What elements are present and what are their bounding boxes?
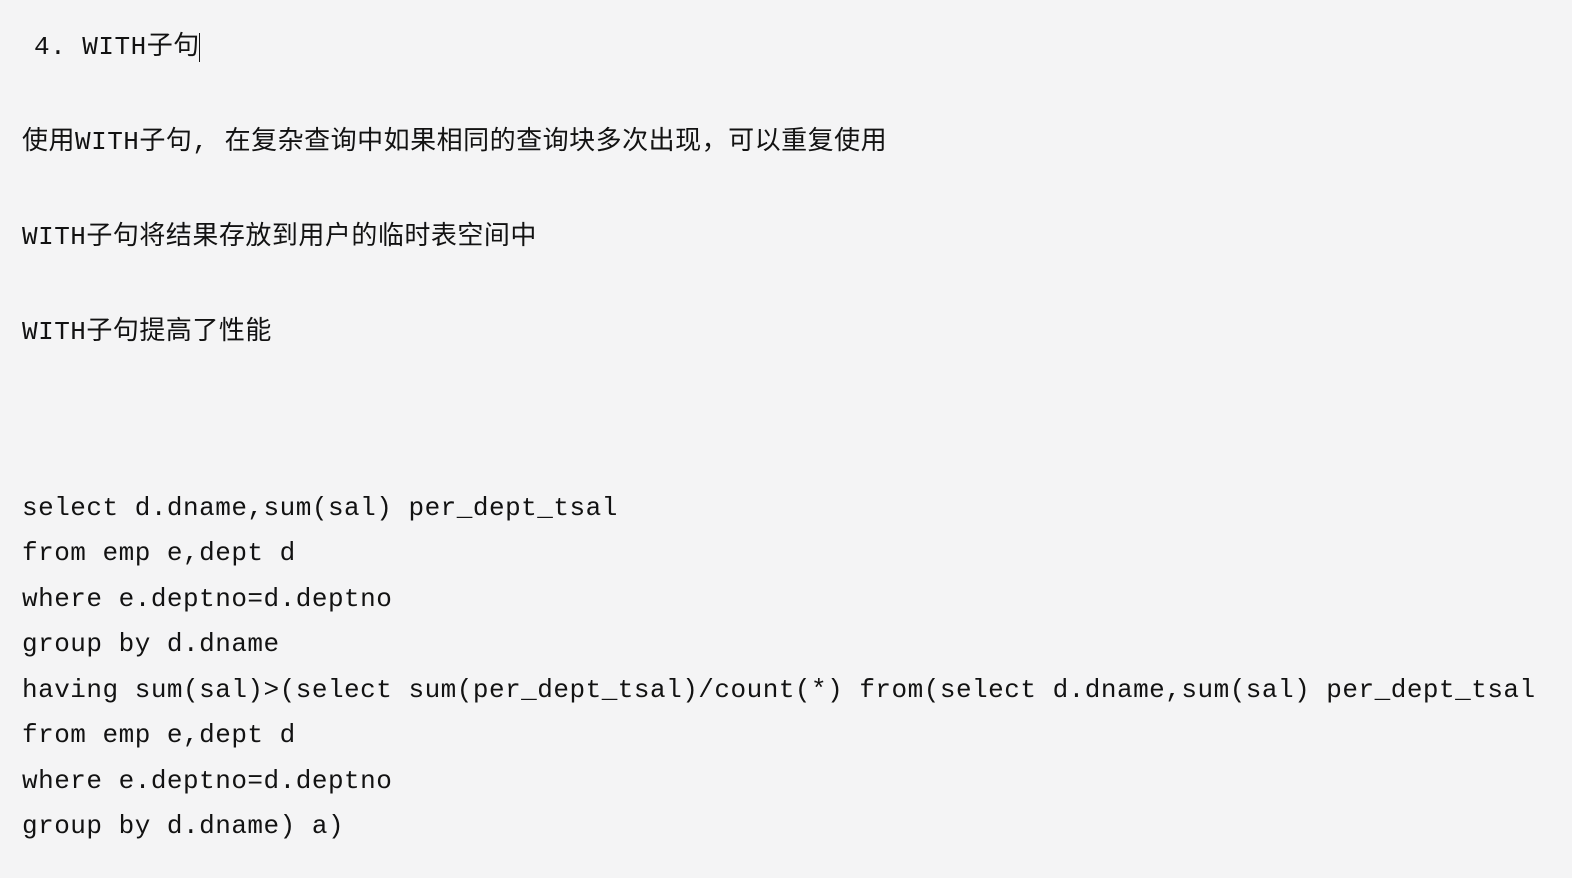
code-line: where e.deptno=d.deptno [22, 766, 392, 796]
code-line: group by d.dname) a) [22, 811, 344, 841]
section-heading: 4. WITH子句 [22, 28, 1550, 67]
text-cursor [199, 33, 201, 62]
code-line: from emp e,dept d [22, 538, 296, 568]
heading-text: 4. WITH子句 [34, 32, 200, 62]
paragraph: WITH子句将结果存放到用户的临时表空间中 [22, 218, 1550, 257]
paragraph: WITH子句提高了性能 [22, 313, 1550, 352]
code-line: having sum(sal)>(select sum(per_dept_tsa… [22, 675, 1536, 705]
code-line: select d.dname,sum(sal) per_dept_tsal [22, 493, 618, 523]
code-line: from emp e,dept d [22, 720, 296, 750]
code-line: group by d.dname [22, 629, 280, 659]
code-line: where e.deptno=d.deptno [22, 584, 392, 614]
sql-code-block: select d.dname,sum(sal) per_dept_tsal fr… [22, 440, 1550, 850]
paragraph: 使用WITH子句, 在复杂查询中如果相同的查询块多次出现，可以重复使用 [22, 123, 1550, 162]
